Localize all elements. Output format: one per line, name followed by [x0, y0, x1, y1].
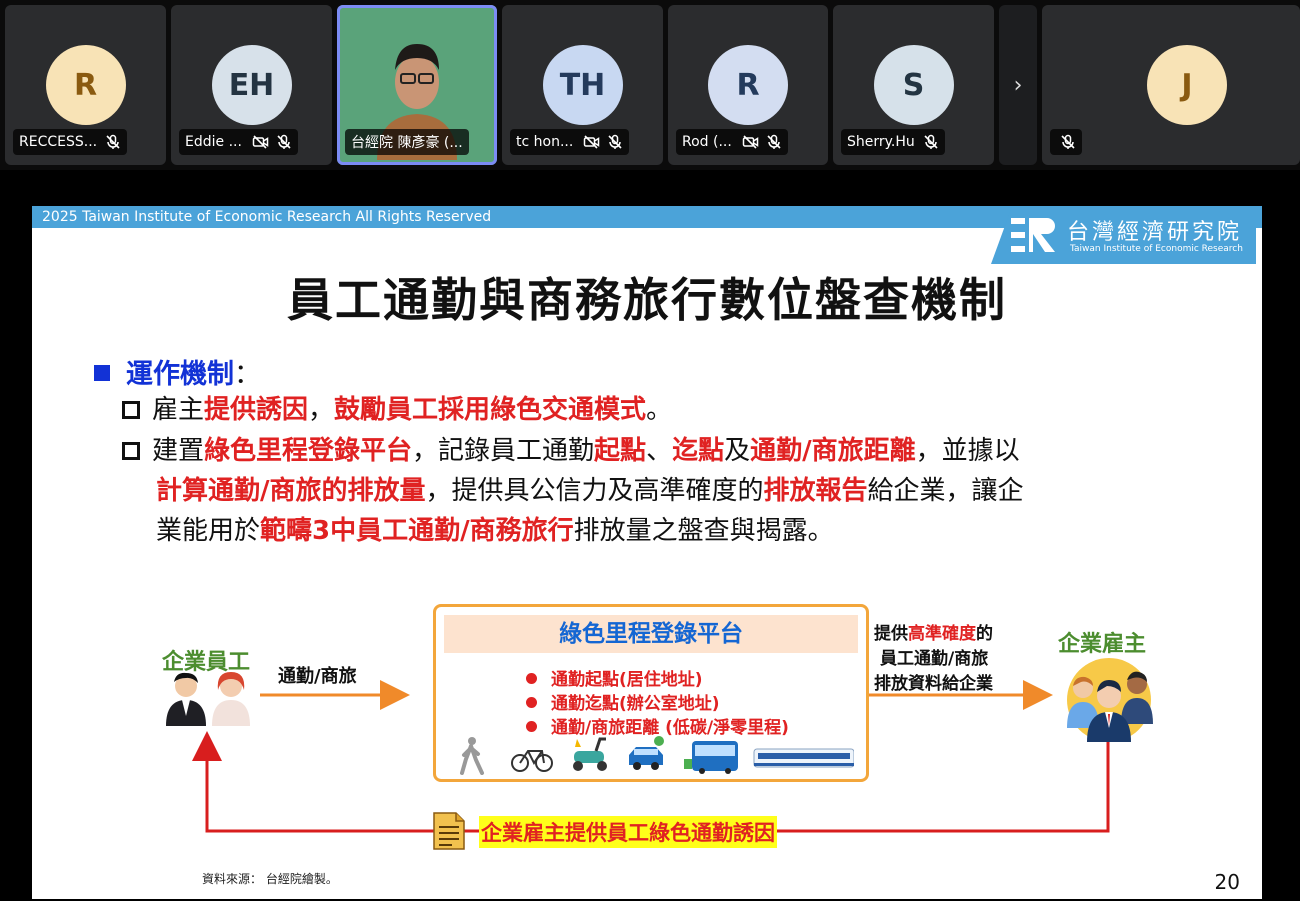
- avatar: EH: [211, 45, 292, 125]
- mic-off-icon: [277, 134, 291, 149]
- square-bullet-icon: [94, 365, 110, 381]
- next-participants-button[interactable]: ›: [999, 5, 1037, 165]
- participant-name-tag: Sherry.Hu: [841, 129, 945, 155]
- camera-off-icon: [742, 135, 759, 149]
- document-icon: [433, 812, 465, 850]
- participant-name: 台經院 陳彥豪 (...: [351, 135, 463, 151]
- participant-tile[interactable]: R Rod (...: [668, 5, 828, 165]
- electric-car-icon: [629, 736, 664, 770]
- section-heading: 運作機制：: [94, 352, 261, 391]
- bus-icon: [684, 741, 738, 774]
- slide-title: 員工通勤與商務旅行數位盤查機制: [287, 273, 1007, 327]
- platform-title: 綠色里程登錄平台: [444, 615, 858, 653]
- employees-icon: [166, 672, 250, 726]
- chevron-right-icon: ›: [1013, 72, 1023, 98]
- participant-tile-active-video[interactable]: 台經院 陳彥豪 (...: [337, 5, 497, 165]
- transport-modes-icons: [460, 736, 854, 775]
- participant-name: RECCESS...: [19, 134, 98, 150]
- tier-logo-icon: [1011, 218, 1055, 252]
- provide-data-text: 提供高準確度的 員工通勤/商旅 排放資料給企業: [874, 624, 993, 694]
- bullet-continuation: 計算通勤/商旅的排放量，提供具公信力及高準確度的排放報告給企業，讓企: [156, 476, 1024, 506]
- participant-name-tag: [1050, 129, 1082, 155]
- mic-off-icon: [1061, 134, 1075, 149]
- mic-off-icon: [106, 134, 120, 149]
- participant-tile[interactable]: EH Eddie ...: [171, 5, 332, 165]
- participant-tile[interactable]: R RECCESS...: [5, 5, 166, 165]
- participant-name-tag: Rod (...: [676, 129, 788, 155]
- camera-off-icon: [252, 135, 269, 149]
- participant-name: tc hon...: [516, 134, 574, 150]
- participant-name: Eddie ...: [185, 134, 242, 150]
- logo-chinese-name: 台灣經濟研究院: [1067, 220, 1243, 245]
- participant-tile[interactable]: S Sherry.Hu: [833, 5, 994, 165]
- walking-icon: [460, 737, 484, 775]
- participant-name: Rod (...: [682, 134, 732, 150]
- bullet-item: 雇主提供誘因，鼓勵員工採用綠色交通模式。: [122, 390, 672, 430]
- participant-name-tag: 台經院 陳彥豪 (...: [345, 129, 469, 155]
- avatar: J: [1147, 45, 1227, 125]
- bullet-item: 建置綠色里程登錄平台，記錄員工通勤起點、迄點及通勤/商旅距離，並據以: [122, 431, 1020, 471]
- participant-name-tag: tc hon...: [510, 129, 630, 155]
- platform-item: 通勤迄點(辦公室地址): [526, 689, 720, 714]
- bicycle-icon: [511, 750, 553, 772]
- incentive-label: 企業雇主提供員工綠色通勤誘因: [479, 816, 777, 848]
- participant-tile[interactable]: J: [1042, 5, 1300, 165]
- employer-label: 企業雇主: [1058, 632, 1147, 657]
- logo-english-name: Taiwan Institute of Economic Research: [1070, 244, 1243, 254]
- bullet-continuation: 業能用於範疇3中員工通勤/商務旅行排放量之盤查與揭露。: [156, 516, 834, 546]
- participant-name-tag: RECCESS...: [13, 129, 128, 155]
- avatar: S: [873, 45, 954, 125]
- page-number: 20: [1214, 870, 1240, 894]
- participant-name-tag: Eddie ...: [179, 129, 298, 155]
- participant-name: Sherry.Hu: [847, 134, 915, 150]
- participant-tile[interactable]: TH tc hon...: [502, 5, 663, 165]
- employer-group-icon: [1067, 658, 1153, 742]
- green-mileage-platform-box: 綠色里程登錄平台 通勤起點(居住地址) 通勤迄點(辦公室地址) 通勤/商旅距離 …: [433, 604, 869, 782]
- shared-slide: 2025 Taiwan Institute of Economic Resear…: [32, 206, 1262, 899]
- scooter-icon: [573, 737, 607, 771]
- platform-item: 通勤起點(居住地址): [526, 665, 703, 690]
- source-note: 資料來源： 台經院繪製。: [202, 872, 338, 886]
- copyright-text: 2025 Taiwan Institute of Economic Resear…: [42, 209, 492, 225]
- camera-off-icon: [584, 135, 600, 149]
- avatar: TH: [542, 45, 623, 125]
- checkbox-bullet-icon: [122, 442, 140, 460]
- commute-label: 通勤/商旅: [278, 666, 357, 687]
- mic-off-icon: [924, 134, 938, 149]
- checkbox-bullet-icon: [122, 401, 140, 419]
- participant-strip: R RECCESS... EH Eddie ... 台經院 陳彥豪 (... T…: [0, 0, 1300, 170]
- avatar: R: [45, 45, 126, 125]
- mic-off-icon: [608, 134, 622, 149]
- train-icon: [753, 748, 854, 768]
- tier-logo: 台灣經濟研究院 Taiwan Institute of Economic Res…: [991, 206, 1256, 264]
- mic-off-icon: [767, 134, 781, 149]
- avatar: R: [708, 45, 788, 125]
